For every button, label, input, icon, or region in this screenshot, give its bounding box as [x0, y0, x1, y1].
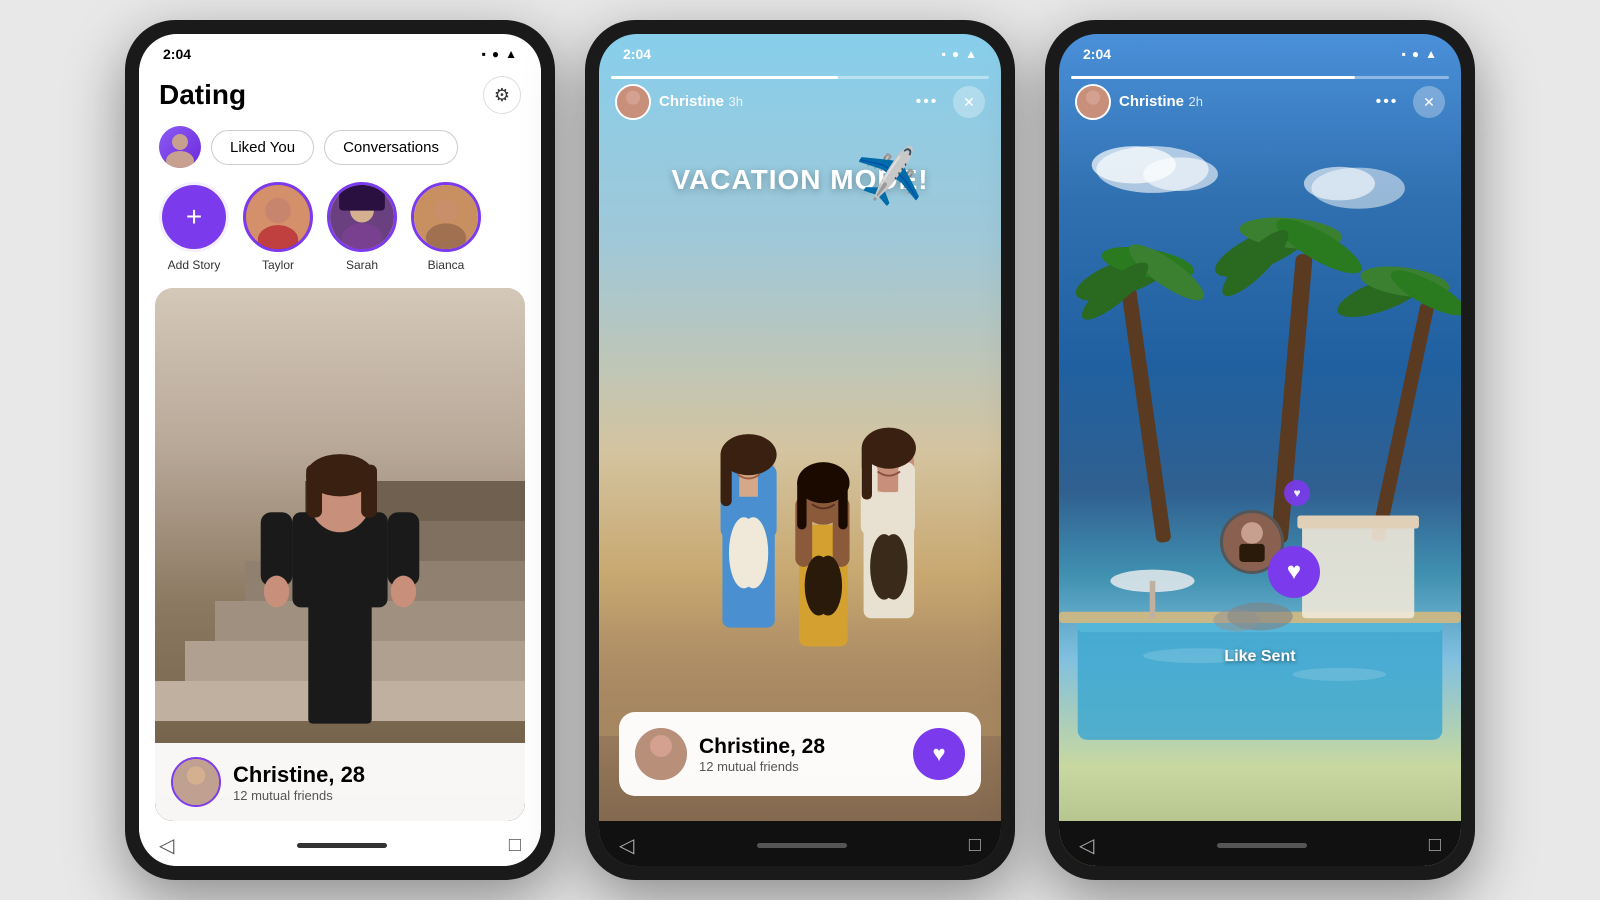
back-nav-icon-3[interactable]: ◁: [1079, 833, 1094, 858]
battery-icon: ▲: [505, 47, 517, 61]
story-user-name-2: Christine 3h: [659, 93, 743, 111]
like-sent-label: Like Sent: [1224, 648, 1295, 665]
story-user-info-2: Christine 3h: [615, 84, 743, 120]
settings-button[interactable]: ⚙: [483, 76, 521, 114]
status-icons-3: ▪ ● ▲: [1402, 47, 1437, 61]
battery-icon-2: ▲: [965, 47, 977, 61]
bottom-nav-2: ◁ □: [599, 821, 1001, 866]
heart-float-icon: ♥: [1284, 480, 1310, 506]
home-indicator-3[interactable]: [1217, 843, 1307, 848]
story-bianca[interactable]: Bianca: [411, 182, 481, 272]
story-actions-3: ••• ✕: [1371, 86, 1445, 118]
story-card-text-2: Christine, 28 12 mutual friends: [699, 735, 825, 774]
taylor-label: Taylor: [262, 258, 294, 272]
like-sent-container: ♥ ♥ Like Sent: [1220, 510, 1300, 666]
profile-card-text: Christine, 28 12 mutual friends: [233, 762, 365, 803]
status-bar-2: 2:04 ▪ ● ▲: [599, 34, 1001, 68]
wifi-icon-3: ●: [1412, 47, 1419, 61]
sarah-avatar: [327, 182, 397, 252]
back-nav-icon-2[interactable]: ◁: [619, 833, 634, 858]
home-indicator-2[interactable]: [757, 843, 847, 848]
story-header-2: Christine 3h ••• ✕: [615, 84, 985, 120]
story-progress-bar-3: [1071, 76, 1449, 79]
story-user-avatar-3: [1075, 84, 1111, 120]
square-nav-icon-3[interactable]: □: [1429, 834, 1441, 857]
tabs-row: Liked You Conversations: [139, 126, 541, 182]
wifi-icon-2: ●: [952, 47, 959, 61]
profile-card-name: Christine, 28: [233, 762, 365, 788]
like-button-2[interactable]: ♥: [913, 728, 965, 780]
nav-row-1: ◁ □: [139, 829, 541, 862]
like-animation: ♥ ♥: [1220, 510, 1300, 590]
story-more-button-3[interactable]: •••: [1371, 86, 1403, 118]
story-user-name-3: Christine 2h: [1119, 93, 1203, 111]
add-story-item[interactable]: + Add Story: [159, 182, 229, 272]
dating-home-screen: Dating ⚙ Liked You Conversations: [139, 68, 541, 821]
status-bar-3: 2:04 ▪ ● ▲: [1059, 34, 1461, 68]
signal-icon: ▪: [482, 47, 486, 61]
dating-header: Dating ⚙: [139, 68, 541, 126]
signal-icon-3: ▪: [1402, 47, 1406, 61]
stories-row: + Add Story Taylor: [139, 182, 541, 288]
add-story-label: Add Story: [168, 258, 221, 272]
story-card-mutual-2: 12 mutual friends: [699, 759, 825, 774]
story-close-button-3[interactable]: ✕: [1413, 86, 1445, 118]
sarah-label: Sarah: [346, 258, 378, 272]
profile-card[interactable]: Christine, 28 12 mutual friends: [155, 288, 525, 821]
story-progress-fill-3: [1071, 76, 1355, 79]
profile-card-mutual: 12 mutual friends: [233, 788, 365, 803]
liked-you-tab[interactable]: Liked You: [211, 130, 314, 165]
phone-1: 2:04 ▪ ● ▲ Dating ⚙: [125, 20, 555, 880]
time-display-3: 2:04: [1083, 46, 1111, 62]
heart-large-icon: ♥: [1268, 546, 1320, 598]
home-indicator-1[interactable]: [297, 843, 387, 848]
signal-icon-2: ▪: [942, 47, 946, 61]
story-progress-fill: [611, 76, 838, 79]
taylor-avatar: [243, 182, 313, 252]
wifi-icon: ●: [492, 47, 499, 61]
conversations-tab[interactable]: Conversations: [324, 130, 458, 165]
time-display: 2:04: [163, 46, 191, 62]
bianca-avatar: [411, 182, 481, 252]
story-user-info-3: Christine 2h: [1075, 84, 1203, 120]
phone-3: 2:04 ▪ ● ▲ Christi: [1045, 20, 1475, 880]
story-close-button-2[interactable]: ✕: [953, 86, 985, 118]
nav-row-3: ◁ □: [1059, 829, 1461, 862]
square-nav-icon-2[interactable]: □: [969, 834, 981, 857]
status-icons-2: ▪ ● ▲: [942, 47, 977, 61]
phone-2: 2:04 ▪ ● ▲ Christi: [585, 20, 1015, 880]
status-icons: ▪ ● ▲: [482, 47, 517, 61]
time-display-2: 2:04: [623, 46, 651, 62]
story-actions-2: ••• ✕: [911, 86, 985, 118]
square-nav-icon[interactable]: □: [509, 834, 521, 857]
back-nav-icon[interactable]: ◁: [159, 833, 174, 858]
story-card-avatar-2: [635, 728, 687, 780]
nav-row-2: ◁ □: [599, 829, 1001, 862]
like-sent-label-container: Like Sent: [1224, 648, 1295, 666]
bottom-nav-3: ◁ □: [1059, 821, 1461, 866]
bottom-nav-1: ◁ □: [139, 821, 541, 866]
battery-icon-3: ▲: [1425, 47, 1437, 61]
story-header-3: Christine 2h ••• ✕: [1075, 84, 1445, 120]
story-user-avatar-2: [615, 84, 651, 120]
user-profile-avatar[interactable]: [159, 126, 201, 168]
bianca-label: Bianca: [428, 258, 465, 272]
app-title: Dating: [159, 79, 246, 111]
profile-card-avatar: [171, 757, 221, 807]
plane-emoji: ✈️: [854, 144, 926, 213]
story-more-button-2[interactable]: •••: [911, 86, 943, 118]
story-taylor[interactable]: Taylor: [243, 182, 313, 272]
heart-icon-2: ♥: [932, 741, 945, 767]
gear-icon: ⚙: [494, 85, 510, 106]
story-card-info-2: Christine, 28 12 mutual friends ♥: [619, 712, 981, 796]
story-card-name-2: Christine, 28: [699, 735, 825, 759]
plus-icon: +: [162, 185, 226, 249]
profile-card-info: Christine, 28 12 mutual friends: [155, 743, 525, 821]
status-bar-1: 2:04 ▪ ● ▲: [139, 34, 541, 68]
story-sarah[interactable]: Sarah: [327, 182, 397, 272]
add-story-avatar: +: [159, 182, 229, 252]
story-progress-bar: [611, 76, 989, 79]
story-background-3: [1059, 34, 1461, 866]
